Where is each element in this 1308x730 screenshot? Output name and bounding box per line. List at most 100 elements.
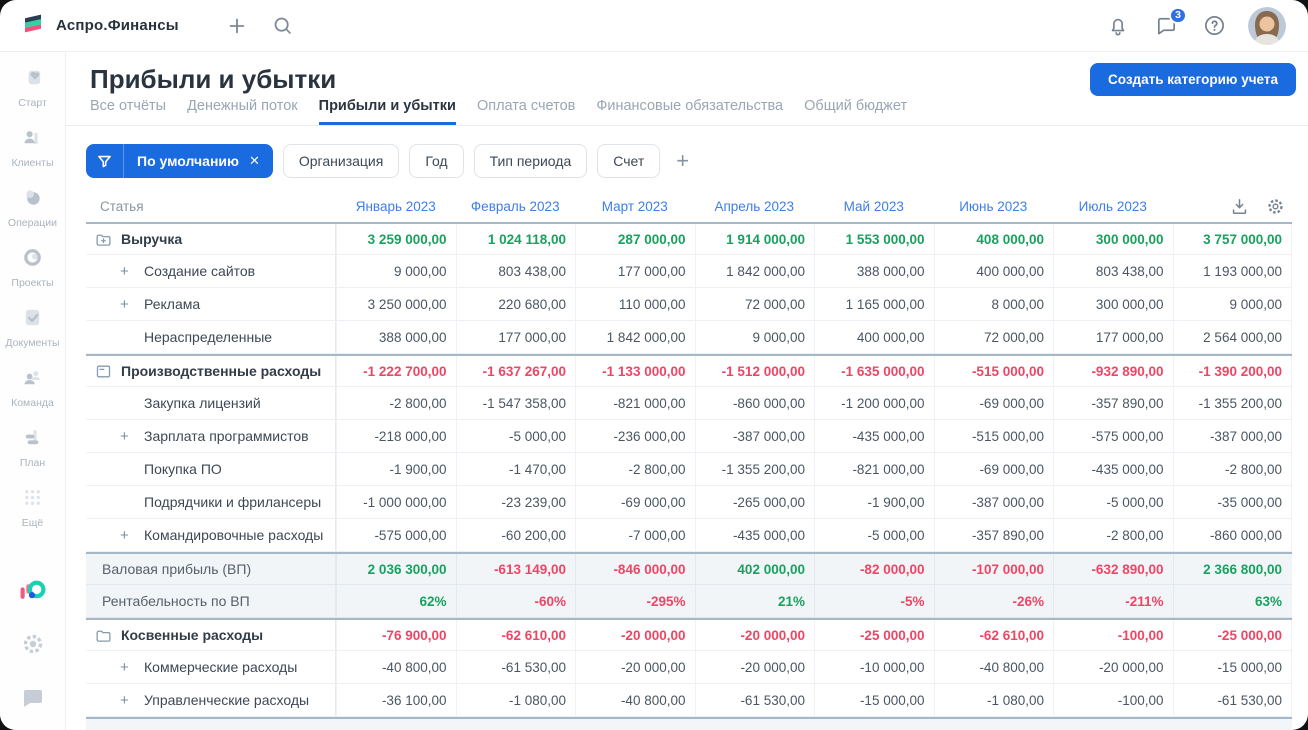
expand-plus-icon[interactable]: + <box>120 692 144 709</box>
active-filter-pill[interactable]: По умолчанию ✕ <box>86 144 273 178</box>
cell-value[interactable]: -35 000,00 <box>1172 486 1292 518</box>
expand-plus-icon[interactable]: + <box>120 659 144 676</box>
cell-value[interactable]: -1 635 000,00 <box>814 356 934 386</box>
table-row[interactable]: Закупка лицензий -2 800,00 -1 547 358,00 -8… <box>86 387 1292 420</box>
sidebar-item-clients[interactable]: Клиенты <box>5 126 59 169</box>
cell-value[interactable]: 3 250 000,00 <box>336 288 456 320</box>
cell-value[interactable]: -1 080,00 <box>933 684 1054 716</box>
cell-value[interactable]: -1 900,00 <box>814 486 934 518</box>
table-row[interactable]: Выручка 3 259 000,00 1 024 118,00 287 000,0… <box>86 222 1292 255</box>
cell-value[interactable]: -613 149,00 <box>455 554 576 584</box>
folder-icon[interactable] <box>94 626 112 644</box>
tab-report[interactable]: Все отчёты <box>90 98 166 125</box>
column-header-month[interactable]: Июль 2023 <box>1053 199 1173 214</box>
column-header-month[interactable]: Март 2023 <box>575 199 695 214</box>
cell-value[interactable]: 3 757 000,00 <box>1172 224 1292 254</box>
cell-value[interactable]: 177 000,00 <box>1053 321 1173 353</box>
cell-value[interactable]: -435 000,00 <box>814 420 934 452</box>
cell-value[interactable]: 21% <box>694 585 815 617</box>
product-logo-icon[interactable] <box>19 576 47 604</box>
cell-value[interactable]: -5 000,00 <box>455 420 576 452</box>
search-button[interactable] <box>267 10 299 42</box>
filter-chip[interactable]: Год <box>409 144 464 178</box>
add-filter-icon[interactable]: + <box>676 150 689 172</box>
cell-value[interactable]: -5 000,00 <box>1053 486 1173 518</box>
cell-value[interactable]: -1 355 200,00 <box>1172 387 1292 419</box>
cell-value[interactable]: -20 000,00 <box>575 620 695 650</box>
folder-plus-icon[interactable] <box>94 230 112 248</box>
cell-value[interactable]: -821 000,00 <box>814 453 934 485</box>
expand-plus-icon[interactable]: + <box>120 263 144 280</box>
table-row[interactable]: Подрядчики и фрилансеры -1 000 000,00 -23 … <box>86 486 1292 519</box>
cell-value[interactable]: -5 000,00 <box>814 519 934 551</box>
cell-value[interactable]: -61 530,00 <box>455 651 576 683</box>
table-row[interactable]: + Управленческие расходы -36 100,00 -1 080,… <box>86 684 1292 717</box>
cell-value[interactable]: 1 914 000,00 <box>694 224 815 254</box>
cell-value[interactable]: -36 100,00 <box>336 684 456 716</box>
column-header-month[interactable]: Февраль 2023 <box>456 199 576 214</box>
cell-value[interactable]: -76 900,00 <box>336 620 456 650</box>
cell-value[interactable]: 388 000,00 <box>814 255 934 287</box>
table-row[interactable]: + Коммерческие расходы -40 800,00 -61 530,0… <box>86 651 1292 684</box>
filter-chip[interactable]: Счет <box>597 144 661 178</box>
sidebar-item-projects[interactable]: Проекты <box>5 246 59 289</box>
cell-value[interactable]: 8 000,00 <box>933 288 1054 320</box>
sidebar-item-more[interactable]: Ещё <box>5 486 59 529</box>
cell-value[interactable]: -1 390 200,00 <box>1172 356 1292 386</box>
cell-value[interactable]: 2 564 000,00 <box>1172 321 1292 353</box>
create-category-button[interactable]: Создать категорию учета <box>1090 63 1296 96</box>
cell-value[interactable]: 62% <box>336 585 456 617</box>
download-icon[interactable] <box>1226 193 1252 219</box>
cell-value[interactable]: -1 200 000,00 <box>814 387 934 419</box>
settings-gear-icon[interactable] <box>19 630 47 658</box>
cell-value[interactable]: -1 080,00 <box>455 684 576 716</box>
cell-value[interactable]: -218 000,00 <box>336 420 456 452</box>
cell-value[interactable]: -23 239,00 <box>455 486 576 518</box>
filter-chip[interactable]: Организация <box>282 144 400 178</box>
user-avatar[interactable] <box>1248 6 1286 45</box>
filter-funnel-icon[interactable] <box>86 144 124 178</box>
table-row[interactable]: + Командировочные расходы -575 000,00 -60 2… <box>86 519 1292 552</box>
notifications-bell-icon[interactable] <box>1104 12 1132 40</box>
column-header-month[interactable]: Январь 2023 <box>336 199 456 214</box>
cell-value[interactable]: -25 000,00 <box>1172 620 1292 650</box>
sidebar-item-documents[interactable]: Документы <box>5 306 60 349</box>
cell-value[interactable]: 2 036 300,00 <box>336 554 456 584</box>
cell-value[interactable]: -387 000,00 <box>933 486 1054 518</box>
column-header-month[interactable]: Май 2023 <box>814 199 934 214</box>
tab-report[interactable]: Денежный поток <box>187 98 298 125</box>
cell-value[interactable]: 300 000,00 <box>1053 288 1173 320</box>
sidebar-item-start[interactable]: Старт <box>5 66 59 109</box>
cell-value[interactable]: -7 000,00 <box>575 519 695 551</box>
cell-value[interactable]: 1 553 000,00 <box>814 224 934 254</box>
cell-value[interactable]: -1 900,00 <box>336 453 456 485</box>
cell-value[interactable]: -40 800,00 <box>575 684 695 716</box>
cell-value[interactable]: 72 000,00 <box>933 321 1054 353</box>
cell-value[interactable]: -61 530,00 <box>694 684 815 716</box>
cell-value[interactable]: -20 000,00 <box>1053 651 1173 683</box>
messages-chat-icon[interactable]: 3 <box>1152 6 1187 40</box>
table-row[interactable]: + Создание сайтов 9 000,00 803 438,00 177 00… <box>86 255 1292 288</box>
cell-value[interactable]: 388 000,00 <box>336 321 456 353</box>
cell-value[interactable]: -2 800,00 <box>575 453 695 485</box>
cell-value[interactable]: -61 530,00 <box>1172 684 1292 716</box>
table-row[interactable]: Косвенные расходы -76 900,00 -62 610,00 -20… <box>86 618 1292 651</box>
cell-value[interactable]: -435 000,00 <box>1053 453 1173 485</box>
cell-value[interactable]: -10 000,00 <box>814 651 934 683</box>
cell-value[interactable]: -60 200,00 <box>455 519 576 551</box>
cell-value[interactable]: -82 000,00 <box>814 554 934 584</box>
cell-value[interactable]: -20 000,00 <box>694 620 815 650</box>
cell-value[interactable]: -62 610,00 <box>933 620 1054 650</box>
cell-value[interactable]: 408 000,00 <box>933 224 1054 254</box>
table-settings-gear-icon[interactable] <box>1262 193 1288 219</box>
cell-value[interactable]: -860 000,00 <box>694 387 815 419</box>
cell-value[interactable]: -575 000,00 <box>336 519 456 551</box>
cell-value[interactable]: -100,00 <box>1053 684 1173 716</box>
feedback-chat-icon[interactable] <box>19 684 47 712</box>
cell-value[interactable]: -357 890,00 <box>1053 387 1173 419</box>
cell-value[interactable]: -26% <box>933 585 1054 617</box>
cell-value[interactable]: 2 366 800,00 <box>1172 554 1292 584</box>
tab-report[interactable]: Общий бюджет <box>804 98 907 125</box>
cell-value[interactable]: -1 355 200,00 <box>694 453 815 485</box>
cell-value[interactable]: 177 000,00 <box>455 321 576 353</box>
